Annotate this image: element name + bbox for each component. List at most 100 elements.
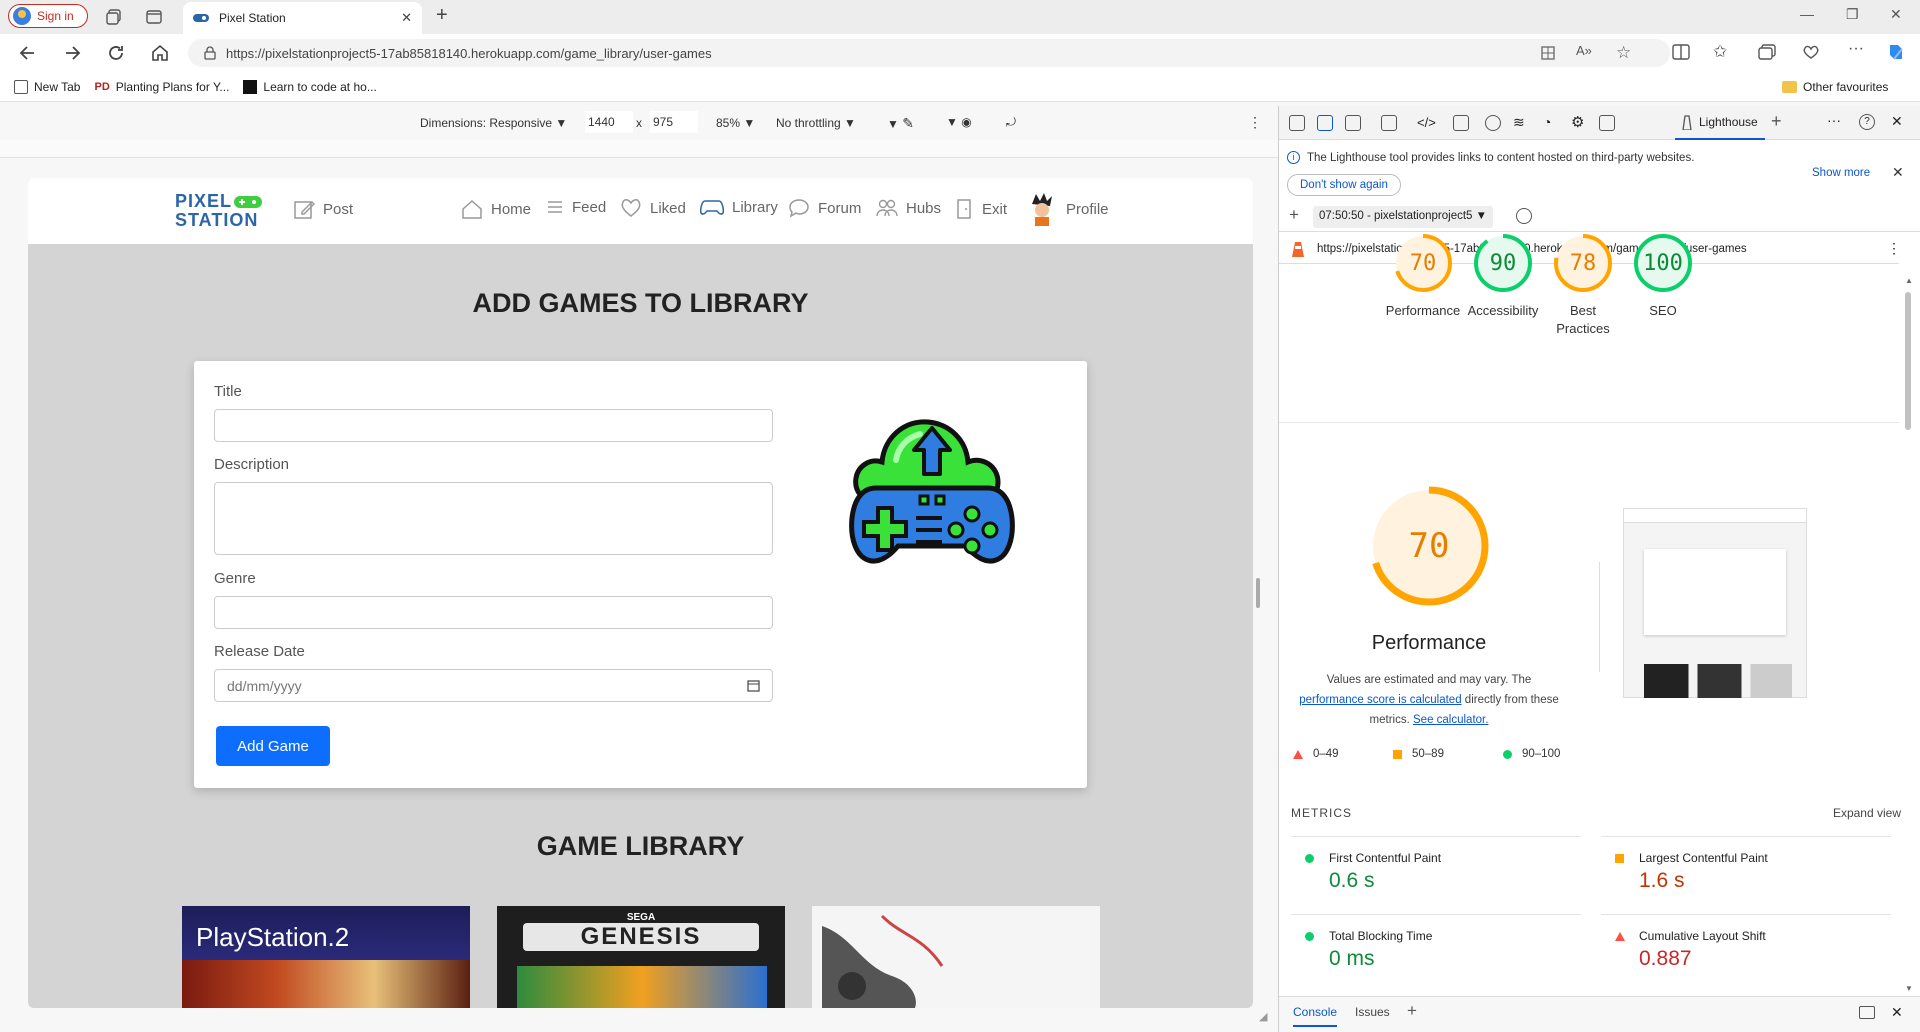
forward-icon[interactable] <box>62 43 82 63</box>
vision-deficiency-icon[interactable]: ▼ ◉ <box>946 115 972 129</box>
width-input[interactable]: 1440 <box>585 111 633 133</box>
see-calculator-link[interactable]: See calculator. <box>1413 714 1488 726</box>
clear-reports-icon[interactable] <box>1516 208 1532 224</box>
refresh-icon[interactable] <box>106 43 126 63</box>
application-icon[interactable] <box>1599 115 1615 131</box>
site-logo[interactable]: PIXEL STATION <box>175 192 262 230</box>
nav-home[interactable]: Home <box>461 198 531 220</box>
device-more-icon[interactable]: ⋮ <box>1248 114 1262 131</box>
workspaces-icon[interactable] <box>106 9 122 25</box>
tab-pixel-station[interactable]: Pixel Station ✕ <box>183 2 422 34</box>
network-wifi-icon[interactable]: ≋ <box>1513 114 1525 131</box>
report-menu-icon[interactable]: ⋮ <box>1887 240 1901 257</box>
genre-input[interactable] <box>214 596 773 629</box>
game-cover-art <box>182 960 470 1008</box>
add-game-button[interactable]: Add Game <box>216 726 330 766</box>
inspect-icon[interactable] <box>1289 115 1305 131</box>
devtools-scrollbar[interactable]: ▲ ▼ <box>1903 276 1913 996</box>
sources-bug-icon[interactable] <box>1485 115 1501 131</box>
zoom-select[interactable]: 85% ▼ <box>716 116 755 130</box>
close-devtools-icon[interactable]: ✕ <box>1891 113 1903 130</box>
dock-icon[interactable] <box>1345 115 1361 131</box>
new-report-icon[interactable]: + <box>1289 205 1299 225</box>
elements-icon[interactable]: </> <box>1417 115 1436 130</box>
address-bar[interactable]: https://pixelstationproject5-17ab8581814… <box>188 39 1670 67</box>
add-drawer-tab-icon[interactable]: + <box>1407 1001 1417 1021</box>
calendar-icon[interactable] <box>747 679 760 692</box>
app-available-icon[interactable] <box>1540 45 1556 61</box>
welcome-home-icon[interactable] <box>1381 115 1397 131</box>
help-icon[interactable]: ? <box>1859 114 1875 130</box>
favorite-star-icon[interactable]: ☆ <box>1616 43 1631 63</box>
close-drawer-icon[interactable]: ✕ <box>1891 1004 1903 1021</box>
score-gauge-best-practices[interactable]: 78 Best Practices <box>1543 230 1623 338</box>
bookmark-planting-plans[interactable]: PD Planting Plans for Y... <box>94 80 229 94</box>
browser-essentials-icon[interactable] <box>1802 44 1820 60</box>
collections-icon[interactable] <box>1758 44 1776 60</box>
add-tool-icon[interactable]: + <box>1771 111 1782 132</box>
favorites-icon[interactable]: ✩ <box>1713 42 1727 62</box>
minimize-icon[interactable]: — <box>1800 6 1814 22</box>
bookmark-learn-to-code[interactable]: Learn to code at ho... <box>243 79 377 94</box>
close-tab-icon[interactable]: ✕ <box>401 10 412 26</box>
back-icon[interactable] <box>18 43 38 63</box>
performance-gauge-icon[interactable]: ◔ <box>1543 114 1551 130</box>
nav-exit[interactable]: Exit <box>956 198 1007 220</box>
post-icon <box>293 198 315 220</box>
close-notice-icon[interactable]: ✕ <box>1892 164 1904 181</box>
copilot-icon[interactable] <box>1886 42 1906 62</box>
more-menu-icon[interactable]: ··· <box>1848 40 1864 58</box>
nav-liked[interactable]: Liked <box>620 198 686 218</box>
nav-profile[interactable]: Profile <box>1026 192 1109 226</box>
restore-icon[interactable]: ❐ <box>1846 6 1859 23</box>
show-more-link[interactable]: Show more <box>1812 167 1870 179</box>
throttling-select[interactable]: No throttling ▼ <box>776 116 856 130</box>
dont-show-again-button[interactable]: Don't show again <box>1287 174 1401 196</box>
description-textarea[interactable] <box>214 482 773 555</box>
score-gauge-accessibility[interactable]: 90 Accessibility <box>1463 230 1543 320</box>
devtools-more-icon[interactable]: ··· <box>1827 112 1841 128</box>
console-icon[interactable] <box>1453 115 1469 131</box>
score-gauge-performance[interactable]: 70 Performance <box>1383 230 1463 320</box>
dimensions-select[interactable]: Dimensions: Responsive ▼ <box>420 116 567 130</box>
height-input[interactable]: 975 <box>650 111 698 133</box>
rotate-icon[interactable]: ⤾ <box>1006 115 1016 130</box>
title-input[interactable] <box>214 409 773 442</box>
close-window-icon[interactable]: ✕ <box>1890 6 1902 23</box>
split-screen-icon[interactable] <box>1672 44 1690 60</box>
game-cover-title: PlayStation.2 <box>182 906 470 960</box>
tab-lighthouse[interactable]: Lighthouse <box>1675 106 1765 140</box>
release-date-input[interactable]: dd/mm/yyyy <box>214 669 773 702</box>
score-gauge-seo[interactable]: 100 SEO <box>1623 230 1703 320</box>
nav-post[interactable]: Post <box>293 198 353 220</box>
sign-in-label: Sign in <box>37 9 74 23</box>
report-select[interactable]: 07:50:50 - pixelstationproject5 ▼ <box>1313 206 1494 228</box>
nav-feed[interactable]: Feed <box>546 198 606 216</box>
bookmark-new-tab[interactable]: New Tab <box>14 79 80 94</box>
drawer-tab-issues[interactable]: Issues <box>1355 1005 1390 1019</box>
sign-in-button[interactable]: Sign in <box>8 4 88 28</box>
chat-icon <box>788 198 810 218</box>
nav-forum[interactable]: Forum <box>788 198 861 218</box>
dock-drawer-icon[interactable] <box>1859 1006 1875 1019</box>
new-tab-icon[interactable]: + <box>436 4 448 27</box>
metric-status-icon <box>1305 854 1314 863</box>
game-card[interactable]: SEGA GENESIS <box>497 906 785 1008</box>
resize-handle[interactable] <box>1256 578 1260 608</box>
home-icon[interactable] <box>150 43 170 63</box>
divider <box>1279 422 1899 423</box>
score-calculated-link[interactable]: performance score is calculated <box>1299 694 1461 706</box>
expand-view-link[interactable]: Expand view <box>1833 806 1901 820</box>
settings-gear-icon[interactable]: ⚙ <box>1571 113 1584 131</box>
read-aloud-icon[interactable]: A» <box>1576 43 1592 58</box>
game-card[interactable]: PlayStation.2 <box>182 906 470 1008</box>
resize-corner-icon[interactable]: ◢ <box>1259 1010 1267 1023</box>
nav-hubs[interactable]: Hubs <box>876 198 941 218</box>
sensor-menu-icon[interactable]: ▼ ✎ <box>887 115 914 132</box>
drawer-tab-console[interactable]: Console <box>1293 1005 1338 1027</box>
tab-actions-icon[interactable] <box>146 9 162 25</box>
nav-library[interactable]: Library <box>700 198 778 216</box>
game-card[interactable] <box>812 906 1100 1008</box>
other-favourites[interactable]: Other favourites <box>1782 80 1888 94</box>
device-toggle-icon[interactable] <box>1317 115 1333 131</box>
